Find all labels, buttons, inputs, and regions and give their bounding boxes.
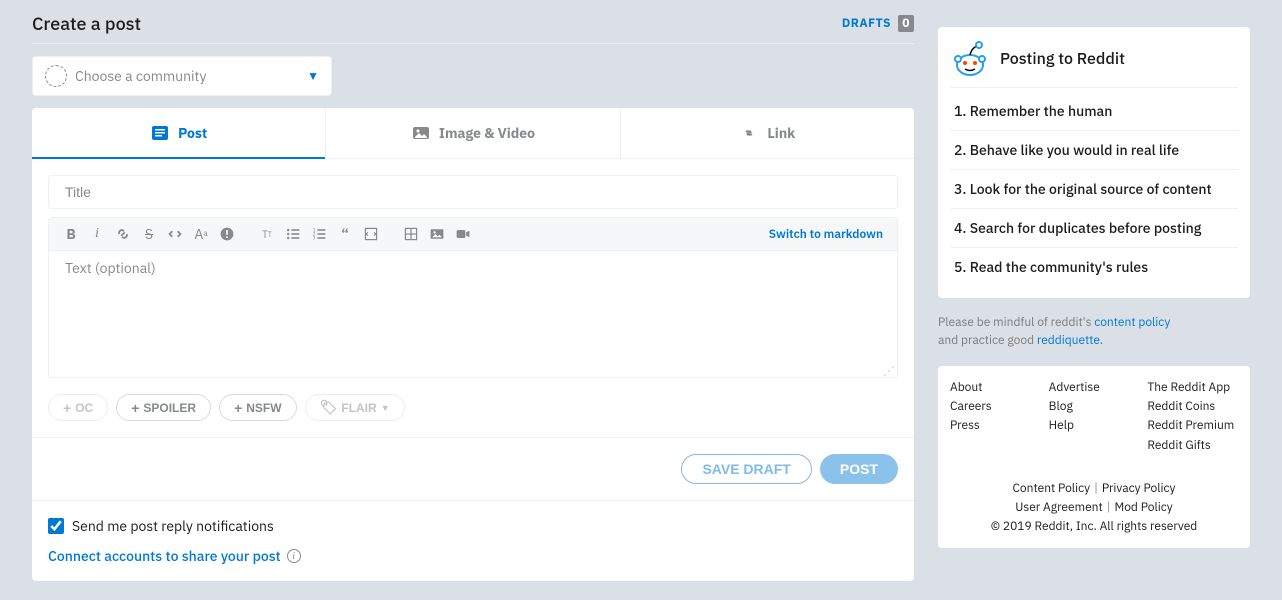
- chevron-down-icon: ▼: [381, 403, 390, 413]
- plus-icon: +: [131, 400, 139, 416]
- flair-tag-button[interactable]: 🏷FLAIR ▼: [305, 394, 405, 421]
- rule-item: 2. Behave like you would in real life: [950, 131, 1238, 170]
- footer-link-help[interactable]: Help: [1049, 416, 1140, 435]
- tab-image-video[interactable]: Image & Video: [326, 108, 620, 158]
- footer-privacy[interactable]: Privacy Policy: [1102, 481, 1176, 496]
- link-icon: [739, 123, 759, 143]
- rule-item: 4. Search for duplicates before posting: [950, 209, 1238, 248]
- divider: [32, 437, 914, 438]
- tab-post[interactable]: Post: [32, 108, 326, 158]
- snoo-icon: [950, 39, 990, 79]
- post-button[interactable]: POST: [820, 454, 898, 484]
- drafts-button[interactable]: DRAFTS 0: [842, 16, 914, 31]
- page-title: Create a post: [32, 12, 141, 35]
- community-select[interactable]: Choose a community ▼: [32, 56, 332, 96]
- rule-item: 5. Read the community's rules: [950, 248, 1238, 286]
- flair-label: FLAIR: [341, 401, 376, 415]
- footer-link-advertise[interactable]: Advertise: [1049, 378, 1140, 397]
- table-button[interactable]: [399, 222, 423, 246]
- info-icon: i: [287, 549, 301, 563]
- bold-button[interactable]: B: [59, 222, 83, 246]
- save-draft-button[interactable]: SAVE DRAFT: [681, 454, 811, 484]
- footer-link-careers[interactable]: Careers: [950, 397, 1041, 416]
- rule-item: 1. Remember the human: [950, 92, 1238, 131]
- video-button[interactable]: [451, 222, 475, 246]
- plus-icon: +: [234, 400, 242, 416]
- footer-link-app[interactable]: The Reddit App: [1147, 378, 1238, 397]
- spoiler-button[interactable]: [215, 222, 239, 246]
- title-input[interactable]: [48, 175, 898, 209]
- numbered-list-button[interactable]: 123: [307, 222, 331, 246]
- reply-notif-label: Send me post reply notifications: [72, 517, 274, 535]
- chevron-down-icon: ▼: [307, 69, 319, 84]
- link-button[interactable]: [111, 222, 135, 246]
- tag-icon: 🏷: [320, 399, 338, 416]
- mindful-text: Please be mindful of reddit's content po…: [938, 314, 1250, 350]
- body-textarea[interactable]: [65, 259, 881, 365]
- italic-button[interactable]: i: [85, 222, 109, 246]
- heading-button[interactable]: TT: [255, 222, 279, 246]
- community-placeholder-icon: [45, 65, 67, 87]
- copyright: © 2019 Reddit, Inc. All rights reserved: [991, 519, 1198, 534]
- nsfw-label: NSFW: [246, 401, 281, 415]
- footer-user-agreement[interactable]: User Agreement: [1015, 500, 1102, 515]
- reply-notif-checkbox[interactable]: [48, 518, 64, 534]
- switch-markdown-link[interactable]: Switch to markdown: [765, 227, 887, 242]
- superscript-button[interactable]: Aa: [189, 222, 213, 246]
- image-button[interactable]: [425, 222, 449, 246]
- codeblock-button[interactable]: [359, 222, 383, 246]
- footer-link-premium[interactable]: Reddit Premium: [1147, 416, 1238, 435]
- tab-post-label: Post: [178, 124, 207, 142]
- drafts-count-badge: 0: [898, 15, 914, 32]
- strikethrough-button[interactable]: S: [137, 222, 161, 246]
- footer-link-about[interactable]: About: [950, 378, 1041, 397]
- post-icon: [150, 123, 170, 143]
- nsfw-tag-button[interactable]: + NSFW: [219, 394, 297, 421]
- connect-accounts-label: Connect accounts to share your post: [48, 547, 281, 565]
- plus-icon: +: [63, 400, 71, 416]
- content-policy-link[interactable]: content policy: [1094, 315, 1170, 330]
- footer-link-press[interactable]: Press: [950, 416, 1041, 435]
- quote-button[interactable]: “: [333, 222, 357, 246]
- code-button[interactable]: [163, 222, 187, 246]
- resize-handle[interactable]: ⋰: [883, 369, 895, 375]
- footer-link-blog[interactable]: Blog: [1049, 397, 1140, 416]
- spoiler-label: SPOILER: [143, 401, 196, 415]
- image-video-icon: [411, 123, 431, 143]
- footer-mod-policy[interactable]: Mod Policy: [1114, 500, 1172, 515]
- footer-link-coins[interactable]: Reddit Coins: [1147, 397, 1238, 416]
- footer-content-policy[interactable]: Content Policy: [1012, 481, 1090, 496]
- oc-tag-button[interactable]: + OC: [48, 394, 108, 421]
- tab-image-video-label: Image & Video: [439, 124, 535, 142]
- connect-accounts-link[interactable]: Connect accounts to share your post i: [48, 547, 898, 565]
- rule-item: 3. Look for the original source of conte…: [950, 170, 1238, 209]
- oc-label: OC: [75, 401, 93, 415]
- bullet-list-button[interactable]: [281, 222, 305, 246]
- community-placeholder-text: Choose a community: [75, 67, 299, 85]
- tab-link[interactable]: Link: [621, 108, 914, 158]
- reddiquette-link[interactable]: reddiquette.: [1037, 333, 1103, 348]
- tab-link-label: Link: [767, 124, 795, 142]
- posting-title: Posting to Reddit: [1000, 49, 1125, 69]
- spoiler-tag-button[interactable]: + SPOILER: [116, 394, 211, 421]
- svg-text:3: 3: [313, 236, 316, 242]
- footer-link-gifts[interactable]: Reddit Gifts: [1147, 436, 1238, 455]
- drafts-label: DRAFTS: [842, 16, 891, 31]
